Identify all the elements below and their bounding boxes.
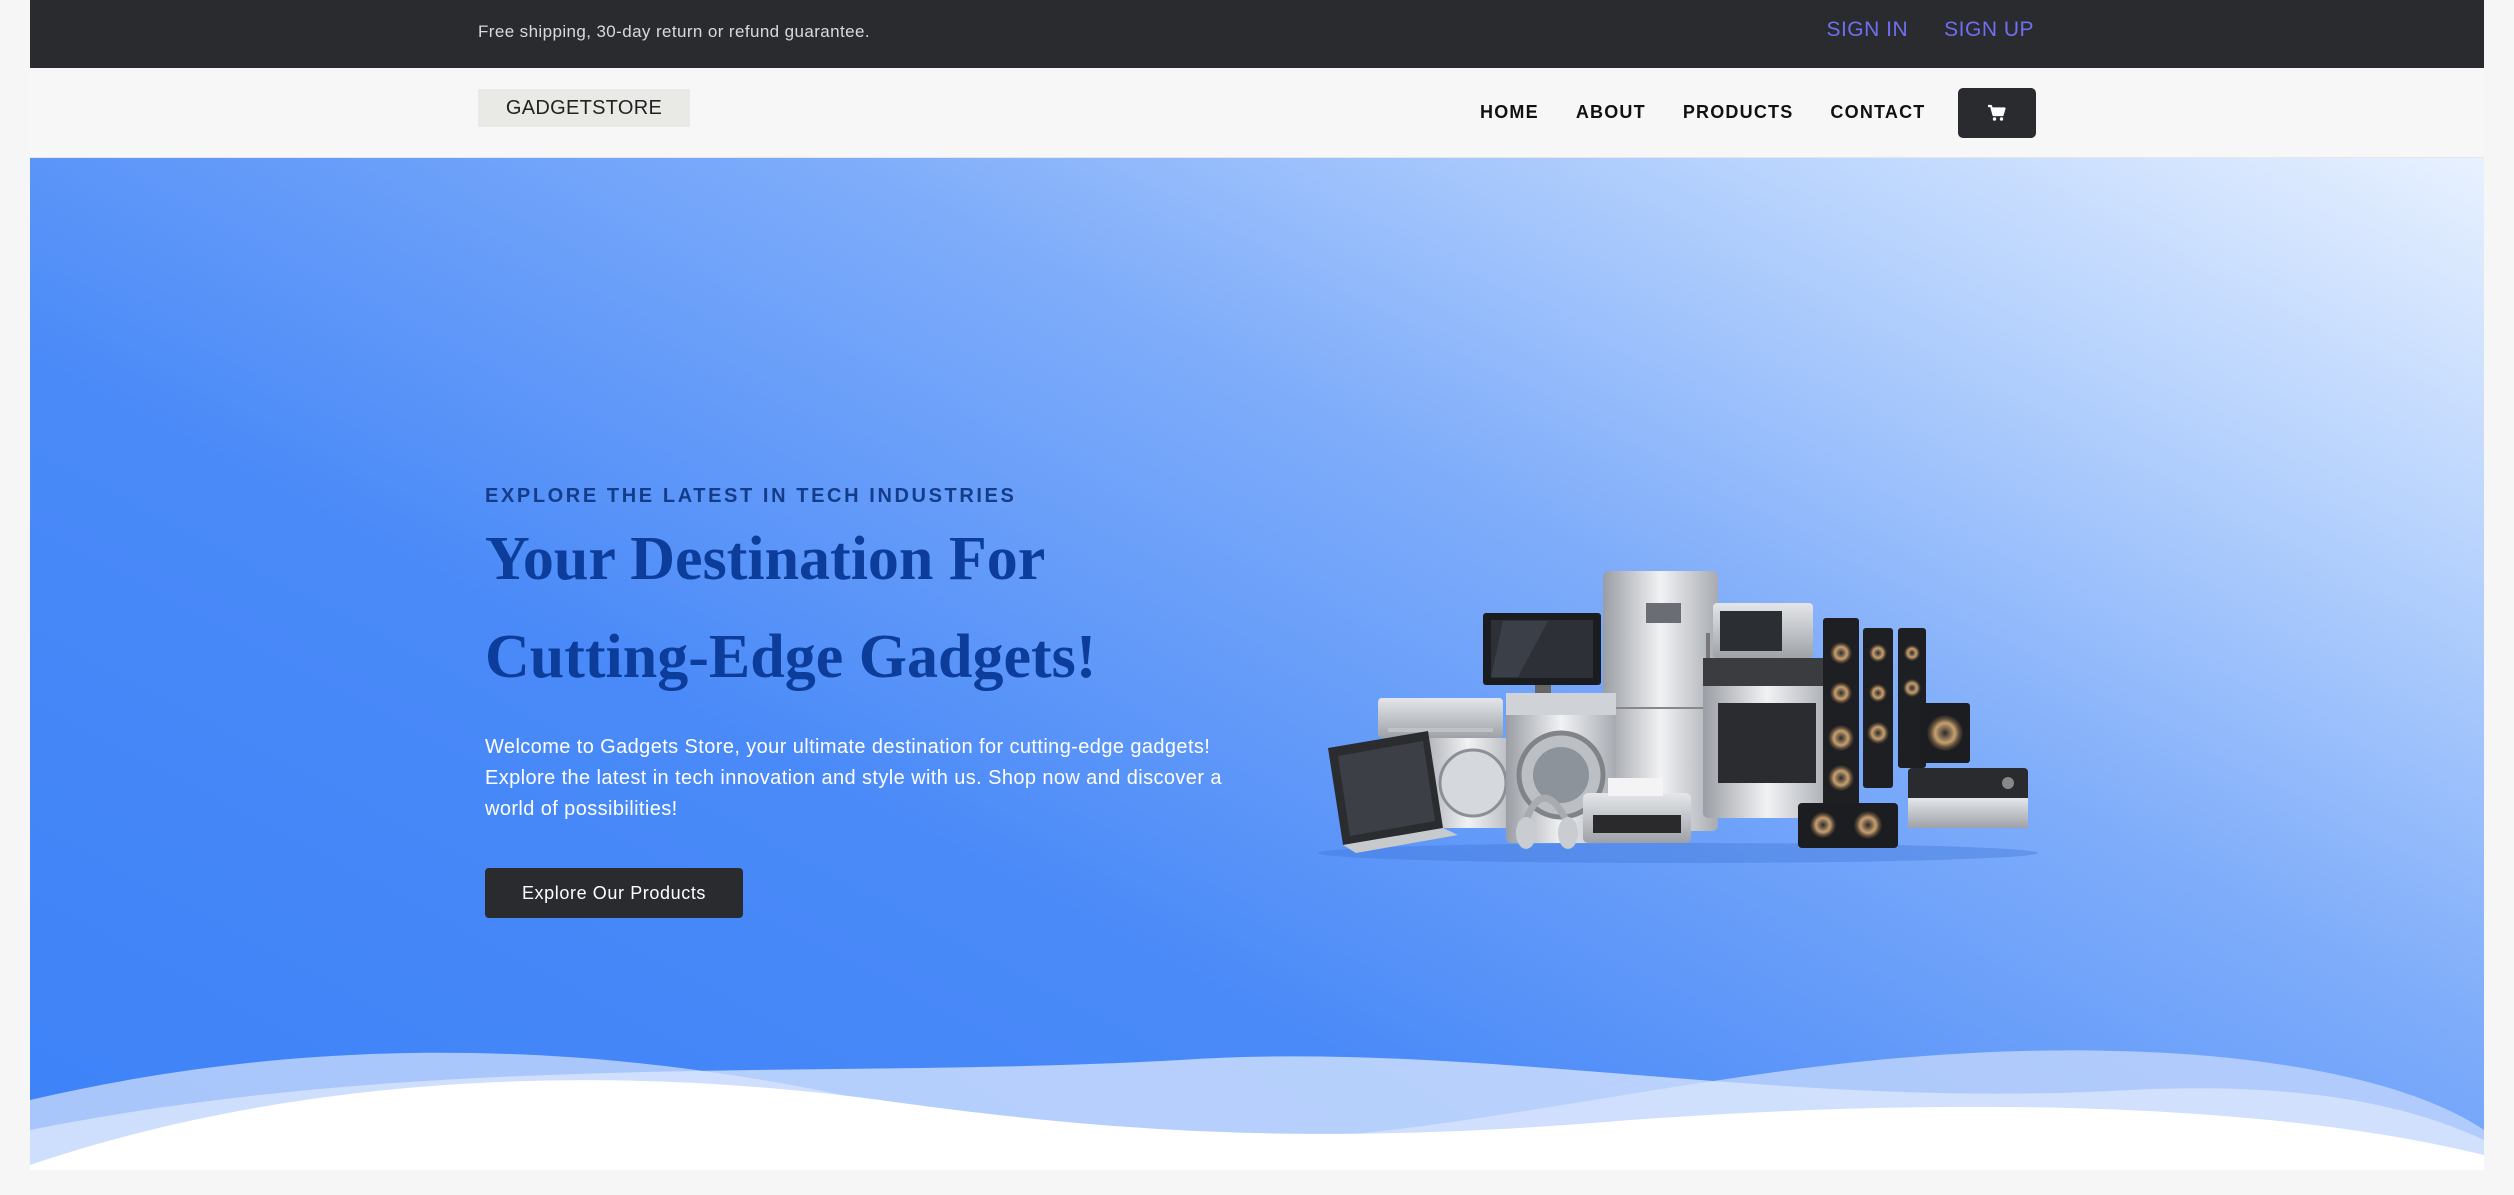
nav-item-contact[interactable]: CONTACT [1830,102,1925,123]
logo-text: GADGETSTORE [505,96,663,119]
cart-icon [1988,104,2006,121]
sign-up-link[interactable]: SIGN UP [1944,18,2034,42]
top-announcement-bar: Free shipping, 30-day return or refund g… [30,0,2484,68]
appliances-illustration [1318,571,2038,863]
hero-headline: Your Destination For Cutting-Edge Gadget… [485,510,1245,706]
shipping-message: Free shipping, 30-day return or refund g… [478,22,870,41]
hero-section: EXPLORE THE LATEST IN TECH INDUSTRIES Yo… [30,158,2484,1170]
site-logo[interactable]: GADGETSTORE [478,89,690,127]
page-frame: Free shipping, 30-day return or refund g… [30,0,2484,1170]
hero-wave-decoration [30,1050,2484,1170]
explore-products-button[interactable]: Explore Our Products [485,868,743,918]
hero-headline-line-1: Your Destination For [485,525,1046,593]
cart-button[interactable] [1958,88,2036,138]
sign-in-link[interactable]: SIGN IN [1826,18,1908,42]
hero-eyebrow: EXPLORE THE LATEST IN TECH INDUSTRIES [485,485,1017,507]
hero-headline-line-2: Cutting-Edge Gadgets! [485,623,1097,691]
nav-item-about[interactable]: ABOUT [1576,102,1646,123]
nav-item-home[interactable]: HOME [1480,102,1539,123]
hero-description: Welcome to Gadgets Store, your ultimate … [485,736,1222,820]
main-navbar: GADGETSTORE HOME ABOUT PRODUCTS CONTACT [30,68,2484,158]
nav-item-products[interactable]: PRODUCTS [1683,102,1794,123]
nav-menu: HOME ABOUT PRODUCTS CONTACT [1480,102,1925,123]
auth-links: SIGN IN SIGN UP [1826,18,2034,42]
